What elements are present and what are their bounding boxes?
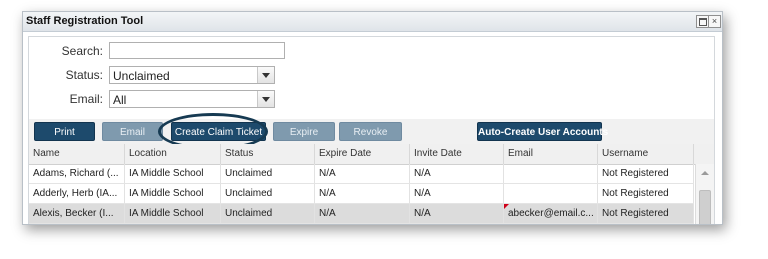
table-row-selected[interactable]: Alexis, Becker (I... IA Middle School Un…	[29, 204, 694, 224]
staff-grid: Name Location Status Expire Date Invite …	[28, 144, 715, 224]
staff-registration-window: Staff Registration Tool × Search: Status…	[22, 11, 723, 225]
email-select[interactable]: All	[109, 90, 275, 108]
column-header-status[interactable]: Status	[221, 144, 315, 164]
scroll-up-arrow-icon[interactable]	[701, 171, 709, 175]
action-toolbar: Print Email Create Claim Ticket Expire R…	[28, 119, 715, 145]
cell-username: Not Registered	[598, 204, 694, 223]
cell-email-text: abecker@email.c...	[508, 208, 594, 219]
grid-header: Name Location Status Expire Date Invite …	[29, 144, 714, 165]
filter-panel: Search: Status: Unclaimed Email: All	[28, 36, 715, 123]
cell-name: Adderly, Herb (IA...	[29, 184, 125, 203]
cell-location: IA Middle School	[125, 184, 221, 203]
status-select[interactable]: Unclaimed	[109, 66, 275, 84]
chevron-down-icon[interactable]	[257, 67, 274, 83]
cell-name: Adams, Richard (...	[29, 164, 125, 183]
email-label: Email:	[69, 92, 103, 106]
email-select-value: All	[113, 93, 127, 107]
dirty-flag-icon	[504, 204, 509, 209]
status-label: Status:	[65, 68, 103, 82]
cell-status: Unclaimed	[221, 184, 315, 203]
close-icon[interactable]: ×	[708, 15, 721, 28]
cell-location: IA Middle School	[125, 204, 221, 223]
table-row[interactable]: Adderly, Herb (IA... IA Middle School Un…	[29, 184, 694, 204]
column-header-invite-date[interactable]: Invite Date	[410, 144, 504, 164]
title-bar: Staff Registration Tool ×	[23, 12, 722, 32]
revoke-button[interactable]: Revoke	[339, 122, 402, 141]
column-header-spacer	[694, 144, 714, 164]
print-button[interactable]: Print	[34, 122, 95, 141]
cell-username: Not Registered	[598, 184, 694, 203]
cell-status: Unclaimed	[221, 164, 315, 183]
column-header-username[interactable]: Username	[598, 144, 694, 164]
cell-email	[504, 164, 598, 183]
cell-status: Unclaimed	[221, 204, 315, 223]
auto-create-accounts-button[interactable]: Auto-Create User Accounts	[477, 122, 608, 141]
cell-expire-date: N/A	[315, 204, 410, 223]
scroll-thumb[interactable]	[699, 190, 711, 224]
cell-location: IA Middle School	[125, 164, 221, 183]
cell-name: Alexis, Becker (I...	[29, 204, 125, 223]
cell-expire-date: N/A	[315, 184, 410, 203]
cell-invite-date: N/A	[410, 184, 504, 203]
cell-invite-date: N/A	[410, 164, 504, 183]
status-select-value: Unclaimed	[113, 69, 170, 83]
column-header-location[interactable]: Location	[125, 144, 221, 164]
table-row[interactable]: Adams, Richard (... IA Middle School Unc…	[29, 164, 694, 184]
search-label: Search:	[61, 44, 103, 58]
column-header-email[interactable]: Email	[504, 144, 598, 164]
cell-email	[504, 184, 598, 203]
cell-username: Not Registered	[598, 164, 694, 183]
expire-button[interactable]: Expire	[273, 122, 335, 141]
window-title: Staff Registration Tool	[26, 15, 144, 27]
cell-expire-date: N/A	[315, 164, 410, 183]
vertical-scrollbar[interactable]	[695, 164, 714, 224]
email-button[interactable]: Email	[102, 122, 163, 141]
search-input[interactable]	[109, 42, 285, 59]
column-header-expire-date[interactable]: Expire Date	[315, 144, 410, 164]
cell-invite-date: N/A	[410, 204, 504, 223]
cell-email-edited[interactable]: abecker@email.c...	[504, 204, 598, 223]
column-header-name[interactable]: Name	[29, 144, 125, 164]
chevron-down-icon[interactable]	[257, 91, 274, 107]
